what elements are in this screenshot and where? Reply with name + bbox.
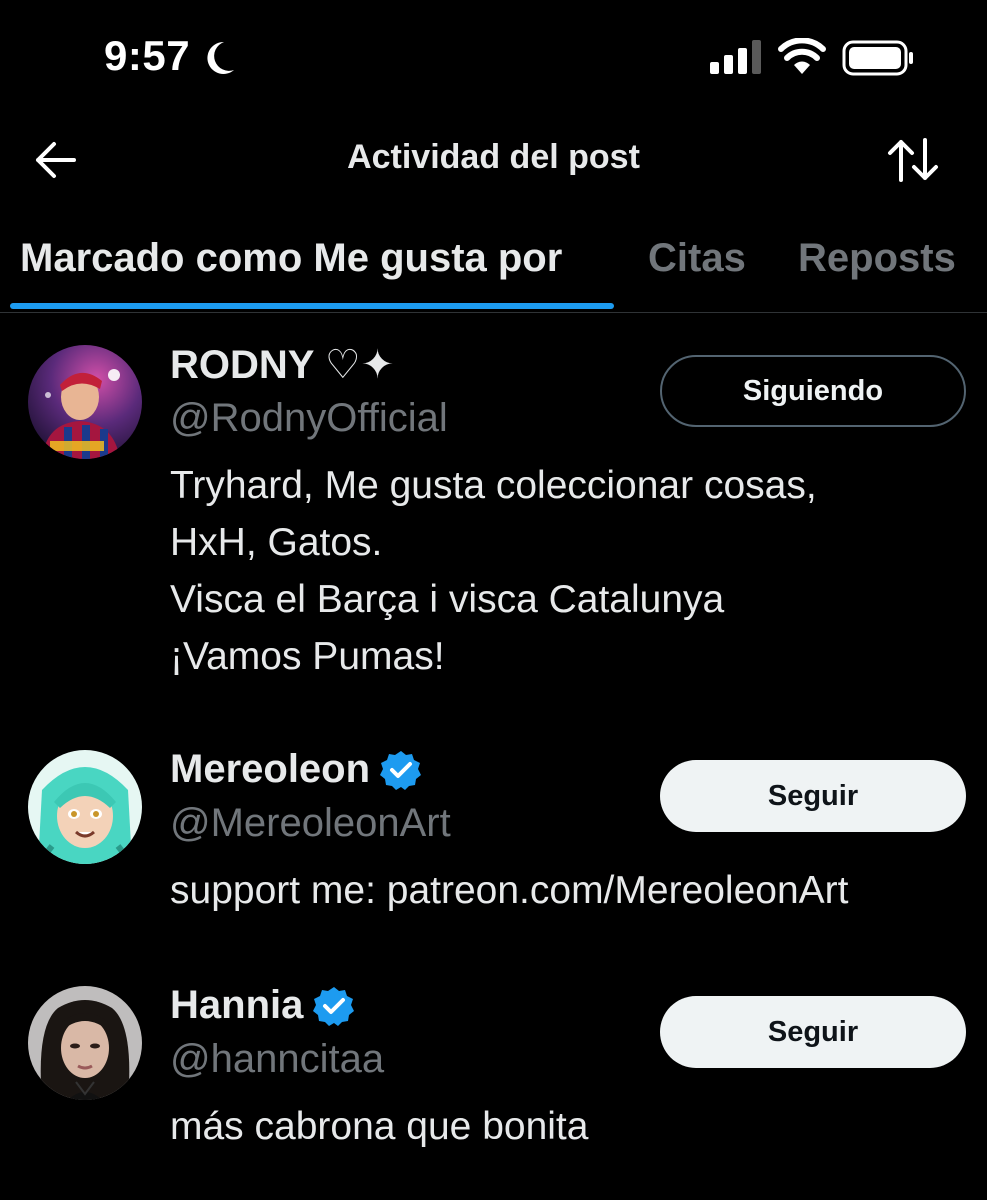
avatar[interactable] xyxy=(28,986,142,1100)
user-list-item[interactable]: RODNY ♡✦ @RodnyOfficial Siguiendo Tryhar… xyxy=(0,340,987,700)
battery-icon xyxy=(842,40,913,76)
bio-line: Visca el Barça i visca Catalunya xyxy=(170,578,725,621)
status-bar: 9:57 xyxy=(0,0,987,120)
moon-icon xyxy=(207,41,234,74)
avatar[interactable] xyxy=(28,750,142,864)
cellular-signal-icon xyxy=(710,40,761,74)
user-bio: support me: patreon.com/MereoleonArt xyxy=(170,869,849,912)
top-app-bar: Actividad del post xyxy=(0,120,987,200)
user-display-name[interactable]: Mereoleon xyxy=(170,747,370,792)
user-handle: @MereoleonArt xyxy=(170,801,451,845)
bio-line: Tryhard, Me gusta coleccionar cosas, xyxy=(170,464,817,507)
bio-line: ¡Vamos Pumas! xyxy=(170,635,445,678)
tab-bar: Marcado como Me gusta por Citas Reposts xyxy=(0,220,987,313)
user-handle: @hanncitaa xyxy=(170,1037,385,1081)
user-display-name[interactable]: RODNY ♡✦ xyxy=(170,342,394,388)
bio-line: HxH, Gatos. xyxy=(170,521,383,564)
avatar[interactable] xyxy=(28,345,142,459)
tab-likes[interactable]: Marcado como Me gusta por xyxy=(20,236,562,281)
wifi-icon xyxy=(778,38,826,74)
active-tab-indicator xyxy=(10,303,614,309)
status-time: 9:57 xyxy=(104,32,191,79)
verified-badge-icon xyxy=(380,750,422,790)
user-list-item[interactable]: Hannia @hanncitaa Seguir más cabrona que… xyxy=(0,981,987,1161)
page-title: Actividad del post xyxy=(347,138,640,176)
follow-button[interactable]: Seguir xyxy=(660,760,966,832)
tab-reposts[interactable]: Reposts xyxy=(798,236,956,281)
following-button[interactable]: Siguiendo xyxy=(660,355,966,427)
verified-badge-icon xyxy=(313,986,355,1026)
user-list-item[interactable]: Mereoleon @MereoleonArt Seguir support m… xyxy=(0,745,987,925)
user-handle: @RodnyOfficial xyxy=(170,396,448,440)
sort-icon[interactable] xyxy=(886,138,940,182)
follow-button[interactable]: Seguir xyxy=(660,996,966,1068)
user-bio: más cabrona que bonita xyxy=(170,1105,589,1148)
user-display-name[interactable]: Hannia xyxy=(170,983,303,1028)
tab-quotes[interactable]: Citas xyxy=(648,236,746,281)
